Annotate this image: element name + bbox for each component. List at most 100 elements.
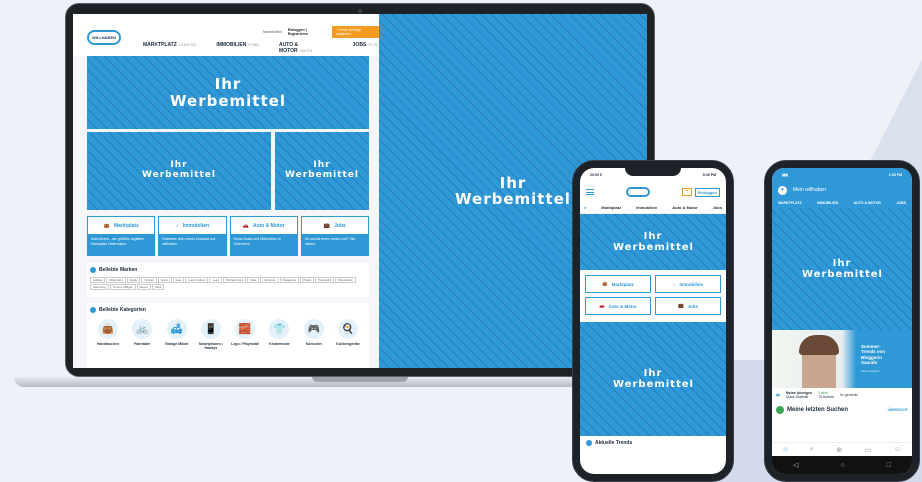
back-icon[interactable]: ◁ bbox=[793, 461, 798, 469]
tab-marktplatz[interactable]: Marktplatz bbox=[601, 205, 621, 210]
phone-nav: MARKTPLATZ IMMOBILIEN AUTO & MOTOR JOBS bbox=[772, 198, 912, 208]
ad-banner-phone-top[interactable]: Ihr Werbemittel bbox=[580, 214, 726, 270]
grid-icon bbox=[90, 307, 96, 313]
android-nav-bar: ◁ ○ □ bbox=[772, 456, 912, 474]
nav-item-marktplatz[interactable]: MARKTPLATZ 10.800.324 bbox=[143, 42, 196, 54]
card-jobs[interactable]: 💼 Jobs bbox=[655, 297, 721, 315]
ad-banner-phone-right[interactable]: Ihr Werbemittel bbox=[772, 208, 912, 330]
category-icon: 📱 bbox=[200, 319, 221, 339]
brand-tag[interactable]: Ikea bbox=[172, 277, 185, 283]
category-label: Konsolen bbox=[305, 342, 322, 346]
login-button[interactable]: Einloggen bbox=[694, 187, 720, 197]
category-item[interactable]: 👕 Kindermode bbox=[264, 319, 294, 350]
tab-jobs[interactable]: Jobs bbox=[713, 205, 722, 210]
ad-banner-top[interactable]: Ihr Werbemittel bbox=[87, 56, 369, 129]
ad-label: Ihr Werbemittel bbox=[613, 231, 694, 253]
home-button-icon[interactable]: ○ bbox=[840, 462, 844, 469]
category-label: Smartphones / Handys bbox=[198, 342, 223, 350]
brand-tag[interactable]: Nintendo bbox=[260, 277, 279, 283]
ad-banner-phone-bottom[interactable]: Ihr Werbemittel bbox=[580, 322, 726, 436]
plus-icon[interactable]: + bbox=[682, 188, 692, 196]
category-item[interactable]: 🍳 Küchengeräte bbox=[333, 319, 363, 350]
card-immobilien[interactable]: ⌂ Immobilien bbox=[655, 275, 721, 293]
nav-item-auto-motor[interactable]: AUTO & MOTOR 165.379 bbox=[279, 42, 333, 54]
brand-tag[interactable]: Woom bbox=[136, 284, 152, 290]
category-item[interactable]: 🚲 Fahrräder bbox=[127, 319, 157, 350]
briefcase-icon: 💼 bbox=[677, 303, 684, 308]
card-label: Immobilien bbox=[679, 281, 704, 287]
category-item[interactable]: 🛋 Vintage Möbel bbox=[162, 319, 192, 350]
brand-tag[interactable]: Tommy Hilfiger bbox=[109, 284, 136, 290]
nav-jobs[interactable]: JOBS bbox=[896, 201, 906, 205]
plus-icon[interactable]: ⊕ bbox=[836, 446, 842, 454]
house-icon: ⌂ bbox=[175, 222, 179, 229]
category-item[interactable]: 📱 Smartphones / Handys bbox=[196, 319, 226, 350]
website: WILLHABEN Nachrichten Einloggen | Regist… bbox=[73, 14, 379, 368]
status-time: 1:53 PM bbox=[888, 173, 902, 177]
ads-stats[interactable]: ▮▮ Meine Anzeigen Quick-Statistik 2 aktiv… bbox=[772, 388, 912, 402]
card-label: Auto & Motor bbox=[608, 303, 638, 309]
profile-icon[interactable]: ☺ bbox=[894, 446, 901, 453]
brand-tag[interactable]: Michael Kors bbox=[223, 277, 247, 283]
trends-header: Aktuelle Trends bbox=[580, 436, 726, 450]
chat-icon[interactable]: ▭ bbox=[865, 446, 872, 454]
home-icon[interactable]: ⌂ bbox=[783, 446, 787, 453]
category-item[interactable]: 🎮 Konsolen bbox=[299, 319, 329, 350]
category-card-marktplatz[interactable]: 👜 Marktplatz Alles finden - am größten dig… bbox=[87, 216, 156, 256]
willhaben-logo[interactable]: WILLHABEN bbox=[87, 30, 121, 45]
nav-item-jobs[interactable]: JOBS 22.787 bbox=[353, 42, 379, 54]
nav-immobilien[interactable]: IMMOBILIEN bbox=[817, 201, 838, 205]
brand-tag[interactable]: Chanel bbox=[141, 277, 157, 283]
brand-tag[interactable]: Affenzahn bbox=[106, 277, 126, 283]
brand-tag[interactable]: Samsung bbox=[90, 284, 109, 290]
category-label: Küchengeräte bbox=[336, 342, 360, 346]
signal-icon: ▮▮▮ bbox=[782, 173, 788, 177]
nav-item-immobilien[interactable]: IMMOBILIEN 97.866 bbox=[216, 42, 259, 54]
ad-label: Ihr Werbemittel bbox=[802, 258, 883, 280]
house-icon: ⌂ bbox=[672, 281, 676, 287]
brand-tag[interactable]: Zara bbox=[152, 284, 165, 290]
tab-immobilien[interactable]: Immobilien bbox=[636, 205, 657, 210]
card-auto-motor[interactable]: 🚗 Auto & Motor bbox=[585, 297, 651, 315]
category-card-auto-motor[interactable]: 🚗 Auto & Motor Deine Autos und Motorräder … bbox=[229, 216, 298, 256]
category-card-jobs[interactable]: 💼 Jobs Du suchst einen neuen Job? Wir habe… bbox=[300, 216, 369, 256]
promo-banner[interactable]: Sommer-Trends von Bloggerin Saarah! Jetz… bbox=[772, 330, 912, 388]
brand-tag[interactable]: Gucci bbox=[157, 277, 172, 283]
card-text: Alles finden - am größten digitalen Mark… bbox=[91, 237, 145, 246]
login-link[interactable]: Einloggen | Registrieren bbox=[288, 28, 327, 36]
recents-icon[interactable]: □ bbox=[887, 462, 891, 469]
brand-tag[interactable]: Playmobil bbox=[315, 277, 335, 283]
top-links: Nachrichten Einloggen | Registrieren + N… bbox=[263, 26, 379, 38]
overview-link[interactable]: ÜBERSICHT bbox=[888, 408, 908, 412]
brand-tag[interactable]: Nike bbox=[247, 277, 260, 283]
search-icon[interactable]: ⌕ bbox=[810, 446, 814, 454]
brand-tag[interactable]: Apple bbox=[126, 277, 141, 283]
brand-tag[interactable]: Lego bbox=[209, 277, 223, 283]
nav-marktplatz[interactable]: MARKTPLATZ bbox=[778, 201, 802, 205]
ad-label: Ihr Werbemittel bbox=[142, 160, 216, 180]
nav-auto-motor[interactable]: AUTO & MOTOR bbox=[854, 201, 881, 205]
search-icon[interactable]: ⌕ bbox=[584, 205, 586, 210]
willhaben-logo[interactable] bbox=[626, 187, 651, 197]
ad-banner-middle-right[interactable]: Ihr Werbemittel bbox=[275, 132, 369, 210]
heart-icon[interactable]: ♥ bbox=[778, 185, 787, 195]
card-text: Du suchst einen neuen Job? Wir haben! bbox=[304, 237, 356, 246]
brand-tag[interactable]: Louis Vuitton bbox=[185, 277, 209, 283]
category-item[interactable]: 🧱 Lego / Playmobil bbox=[230, 319, 260, 350]
brand-tag[interactable]: Prada bbox=[300, 277, 315, 283]
tab-auto-motor[interactable]: Auto & Motor bbox=[672, 205, 697, 210]
bottom-nav: ⌂ ⌕ ⊕ ▭ ☺ bbox=[772, 442, 912, 456]
ad-banner-middle-left[interactable]: Ihr Werbemittel bbox=[87, 132, 271, 210]
category-item[interactable]: 👜 Handtaschen bbox=[93, 319, 123, 350]
brand-tag[interactable]: Patagonia bbox=[279, 277, 300, 283]
card-marktplatz[interactable]: 👜 Marktplatz bbox=[585, 275, 651, 293]
site-header: WILLHABEN Nachrichten Einloggen | Regist… bbox=[73, 14, 379, 56]
messages-link[interactable]: Nachrichten bbox=[263, 30, 282, 34]
category-card-immobilien[interactable]: ⌂ Immobilien Entdecke dein neues Zuhause a… bbox=[158, 216, 227, 256]
brand-tag[interactable]: Playstation bbox=[335, 277, 356, 283]
menu-icon[interactable] bbox=[586, 189, 594, 195]
brands-panel: Beliebte Marken Adidas Affenzahn Apple Chan… bbox=[87, 263, 369, 297]
phone-header: + Einloggen bbox=[580, 182, 726, 202]
new-ad-button[interactable]: + Neue Anzeige aufgeben bbox=[332, 26, 379, 38]
brand-tag[interactable]: Adidas bbox=[90, 277, 106, 283]
